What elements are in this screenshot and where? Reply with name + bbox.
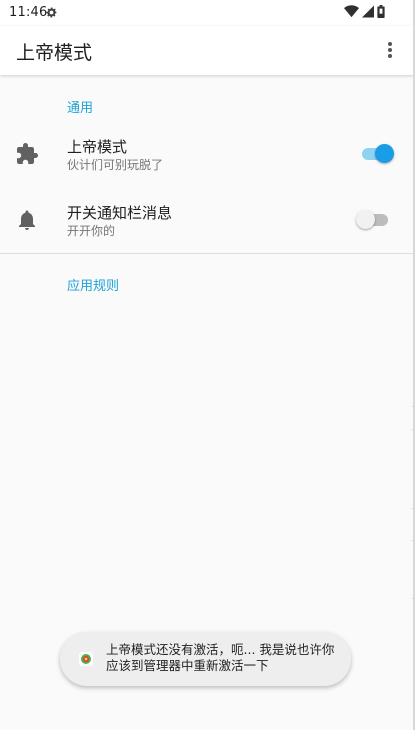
switch-thumb [356,210,375,229]
toast-message: 上帝模式还没有激活，呃... 我是说也许你应该到管理器中重新激活一下 [106,642,335,673]
status-right-icons [344,5,385,18]
bell-icon [19,210,35,230]
pref-title: 上帝模式 [67,138,128,156]
page-title: 上帝模式 [16,42,93,64]
pref-title: 开关通知栏消息 [67,204,173,222]
screen: 11:46 上帝模式 通用 上帝模式 伙计们可别玩脱了 开关通知栏消息 开开你的… [0,0,415,730]
pref-summary: 伙计们可别玩脱了 [67,158,164,172]
app-bar: 上帝模式 [0,26,415,75]
settings-icon [46,7,57,18]
pref-row-notification[interactable]: 开关通知栏消息 开开你的 [0,190,415,250]
pref-row-god-mode[interactable]: 上帝模式 伙计们可别玩脱了 [0,124,415,184]
toast: 上帝模式还没有激活，呃... 我是说也许你应该到管理器中重新激活一下 [60,632,351,686]
battery-icon [377,5,385,18]
section-header-general: 通用 [67,101,94,116]
notification-switch[interactable] [356,210,388,229]
section-header-app-rules: 应用规则 [67,279,120,294]
wifi-icon [344,5,359,18]
pref-summary: 开开你的 [67,224,116,238]
status-time: 11:46 [9,5,48,20]
section-divider [0,253,415,254]
god-mode-switch[interactable] [362,144,394,163]
app-icon [79,652,93,666]
signal-icon [362,5,374,18]
extension-icon [17,143,38,164]
switch-thumb [375,144,394,163]
more-vert-icon[interactable] [383,40,397,60]
status-bar: 11:46 [0,0,415,26]
